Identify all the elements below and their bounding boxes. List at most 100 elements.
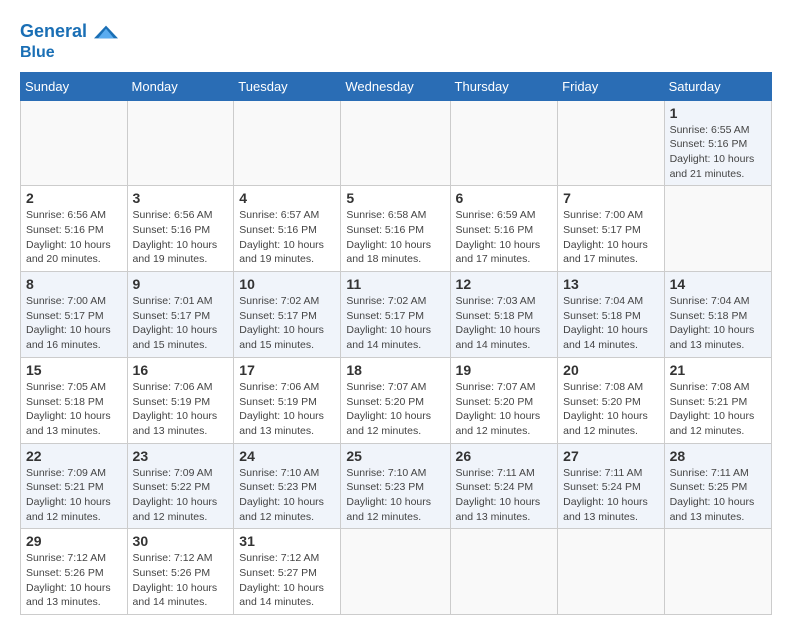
- day-info: Sunrise: 6:58 AM Sunset: 5:16 PM Dayligh…: [346, 208, 444, 267]
- day-info: Sunrise: 6:55 AM Sunset: 5:16 PM Dayligh…: [670, 123, 766, 182]
- calendar-cell: 1 Sunrise: 6:55 AM Sunset: 5:16 PM Dayli…: [664, 100, 771, 186]
- calendar-week-row: 2 Sunrise: 6:56 AM Sunset: 5:16 PM Dayli…: [21, 186, 772, 272]
- day-number: 3: [133, 190, 229, 206]
- day-number: 20: [563, 362, 658, 378]
- calendar-cell: [664, 186, 771, 272]
- day-number: 12: [456, 276, 553, 292]
- day-number: 17: [239, 362, 335, 378]
- day-info: Sunrise: 6:56 AM Sunset: 5:16 PM Dayligh…: [26, 208, 122, 267]
- calendar-cell: 25 Sunrise: 7:10 AM Sunset: 5:23 PM Dayl…: [341, 443, 450, 529]
- logo: General Blue: [20, 20, 118, 62]
- day-info: Sunrise: 7:05 AM Sunset: 5:18 PM Dayligh…: [26, 380, 122, 439]
- calendar-cell: 20 Sunrise: 7:08 AM Sunset: 5:20 PM Dayl…: [558, 357, 664, 443]
- calendar-cell: 28 Sunrise: 7:11 AM Sunset: 5:25 PM Dayl…: [664, 443, 771, 529]
- day-number: 16: [133, 362, 229, 378]
- day-info: Sunrise: 6:59 AM Sunset: 5:16 PM Dayligh…: [456, 208, 553, 267]
- day-number: 11: [346, 276, 444, 292]
- day-number: 19: [456, 362, 553, 378]
- day-info: Sunrise: 7:11 AM Sunset: 5:24 PM Dayligh…: [456, 466, 553, 525]
- day-info: Sunrise: 7:06 AM Sunset: 5:19 PM Dayligh…: [239, 380, 335, 439]
- weekday-header: Tuesday: [234, 72, 341, 100]
- day-info: Sunrise: 7:06 AM Sunset: 5:19 PM Dayligh…: [133, 380, 229, 439]
- day-number: 18: [346, 362, 444, 378]
- day-info: Sunrise: 7:09 AM Sunset: 5:22 PM Dayligh…: [133, 466, 229, 525]
- day-number: 26: [456, 448, 553, 464]
- calendar-cell: 31 Sunrise: 7:12 AM Sunset: 5:27 PM Dayl…: [234, 529, 341, 615]
- calendar-cell: 3 Sunrise: 6:56 AM Sunset: 5:16 PM Dayli…: [127, 186, 234, 272]
- calendar-cell: [341, 529, 450, 615]
- day-number: 27: [563, 448, 658, 464]
- day-number: 28: [670, 448, 766, 464]
- calendar-cell: 18 Sunrise: 7:07 AM Sunset: 5:20 PM Dayl…: [341, 357, 450, 443]
- day-info: Sunrise: 7:01 AM Sunset: 5:17 PM Dayligh…: [133, 294, 229, 353]
- calendar-cell: 22 Sunrise: 7:09 AM Sunset: 5:21 PM Dayl…: [21, 443, 128, 529]
- day-info: Sunrise: 7:11 AM Sunset: 5:24 PM Dayligh…: [563, 466, 658, 525]
- day-info: Sunrise: 7:07 AM Sunset: 5:20 PM Dayligh…: [346, 380, 444, 439]
- day-info: Sunrise: 7:00 AM Sunset: 5:17 PM Dayligh…: [26, 294, 122, 353]
- weekday-header: Sunday: [21, 72, 128, 100]
- calendar-cell: 9 Sunrise: 7:01 AM Sunset: 5:17 PM Dayli…: [127, 272, 234, 358]
- day-number: 1: [670, 105, 766, 121]
- calendar-cell: 17 Sunrise: 7:06 AM Sunset: 5:19 PM Dayl…: [234, 357, 341, 443]
- calendar-cell: [664, 529, 771, 615]
- day-number: 7: [563, 190, 658, 206]
- calendar-cell: 5 Sunrise: 6:58 AM Sunset: 5:16 PM Dayli…: [341, 186, 450, 272]
- calendar-cell: 30 Sunrise: 7:12 AM Sunset: 5:26 PM Dayl…: [127, 529, 234, 615]
- day-number: 13: [563, 276, 658, 292]
- calendar-cell: 27 Sunrise: 7:11 AM Sunset: 5:24 PM Dayl…: [558, 443, 664, 529]
- calendar-cell: 13 Sunrise: 7:04 AM Sunset: 5:18 PM Dayl…: [558, 272, 664, 358]
- day-info: Sunrise: 6:57 AM Sunset: 5:16 PM Dayligh…: [239, 208, 335, 267]
- calendar-cell: [558, 100, 664, 186]
- calendar-cell: 29 Sunrise: 7:12 AM Sunset: 5:26 PM Dayl…: [21, 529, 128, 615]
- day-number: 9: [133, 276, 229, 292]
- day-number: 23: [133, 448, 229, 464]
- day-info: Sunrise: 7:02 AM Sunset: 5:17 PM Dayligh…: [346, 294, 444, 353]
- day-number: 5: [346, 190, 444, 206]
- calendar-table: SundayMondayTuesdayWednesdayThursdayFrid…: [20, 72, 772, 616]
- calendar-week-row: 15 Sunrise: 7:05 AM Sunset: 5:18 PM Dayl…: [21, 357, 772, 443]
- calendar-cell: [558, 529, 664, 615]
- day-number: 21: [670, 362, 766, 378]
- calendar-week-row: 22 Sunrise: 7:09 AM Sunset: 5:21 PM Dayl…: [21, 443, 772, 529]
- calendar-cell: [234, 100, 341, 186]
- calendar-cell: 8 Sunrise: 7:00 AM Sunset: 5:17 PM Dayli…: [21, 272, 128, 358]
- calendar-cell: 11 Sunrise: 7:02 AM Sunset: 5:17 PM Dayl…: [341, 272, 450, 358]
- calendar-week-row: 8 Sunrise: 7:00 AM Sunset: 5:17 PM Dayli…: [21, 272, 772, 358]
- day-info: Sunrise: 7:00 AM Sunset: 5:17 PM Dayligh…: [563, 208, 658, 267]
- day-number: 15: [26, 362, 122, 378]
- calendar-cell: [127, 100, 234, 186]
- calendar-cell: 2 Sunrise: 6:56 AM Sunset: 5:16 PM Dayli…: [21, 186, 128, 272]
- day-number: 6: [456, 190, 553, 206]
- calendar-week-row: 1 Sunrise: 6:55 AM Sunset: 5:16 PM Dayli…: [21, 100, 772, 186]
- day-info: Sunrise: 7:09 AM Sunset: 5:21 PM Dayligh…: [26, 466, 122, 525]
- calendar-cell: 23 Sunrise: 7:09 AM Sunset: 5:22 PM Dayl…: [127, 443, 234, 529]
- day-info: Sunrise: 7:04 AM Sunset: 5:18 PM Dayligh…: [670, 294, 766, 353]
- calendar-cell: 6 Sunrise: 6:59 AM Sunset: 5:16 PM Dayli…: [450, 186, 558, 272]
- calendar-cell: 15 Sunrise: 7:05 AM Sunset: 5:18 PM Dayl…: [21, 357, 128, 443]
- calendar-cell: 12 Sunrise: 7:03 AM Sunset: 5:18 PM Dayl…: [450, 272, 558, 358]
- day-info: Sunrise: 7:08 AM Sunset: 5:21 PM Dayligh…: [670, 380, 766, 439]
- calendar-cell: 16 Sunrise: 7:06 AM Sunset: 5:19 PM Dayl…: [127, 357, 234, 443]
- day-number: 24: [239, 448, 335, 464]
- calendar-cell: [21, 100, 128, 186]
- calendar-cell: [450, 529, 558, 615]
- day-info: Sunrise: 7:12 AM Sunset: 5:26 PM Dayligh…: [133, 551, 229, 610]
- day-info: Sunrise: 7:04 AM Sunset: 5:18 PM Dayligh…: [563, 294, 658, 353]
- calendar-cell: 24 Sunrise: 7:10 AM Sunset: 5:23 PM Dayl…: [234, 443, 341, 529]
- weekday-header: Wednesday: [341, 72, 450, 100]
- day-info: Sunrise: 7:03 AM Sunset: 5:18 PM Dayligh…: [456, 294, 553, 353]
- day-info: Sunrise: 7:08 AM Sunset: 5:20 PM Dayligh…: [563, 380, 658, 439]
- calendar-cell: 14 Sunrise: 7:04 AM Sunset: 5:18 PM Dayl…: [664, 272, 771, 358]
- weekday-header: Monday: [127, 72, 234, 100]
- weekday-header: Friday: [558, 72, 664, 100]
- day-number: 22: [26, 448, 122, 464]
- weekday-header: Thursday: [450, 72, 558, 100]
- day-info: Sunrise: 6:56 AM Sunset: 5:16 PM Dayligh…: [133, 208, 229, 267]
- day-number: 2: [26, 190, 122, 206]
- day-number: 31: [239, 533, 335, 549]
- day-info: Sunrise: 7:10 AM Sunset: 5:23 PM Dayligh…: [346, 466, 444, 525]
- day-info: Sunrise: 7:12 AM Sunset: 5:27 PM Dayligh…: [239, 551, 335, 610]
- calendar-cell: 21 Sunrise: 7:08 AM Sunset: 5:21 PM Dayl…: [664, 357, 771, 443]
- day-info: Sunrise: 7:10 AM Sunset: 5:23 PM Dayligh…: [239, 466, 335, 525]
- day-number: 29: [26, 533, 122, 549]
